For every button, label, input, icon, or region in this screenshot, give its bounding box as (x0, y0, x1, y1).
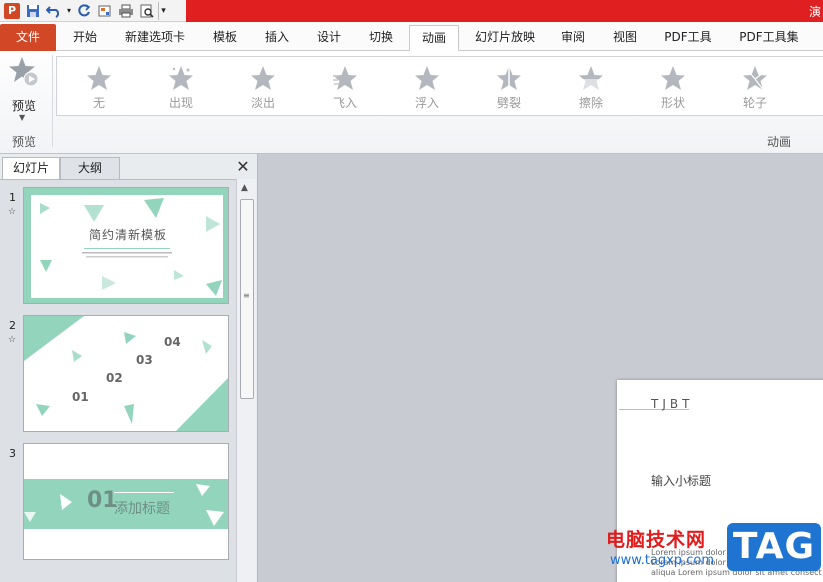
watermark-tag-logo: TAG (727, 523, 821, 571)
animation-star-icon (233, 65, 293, 93)
animation-option-5[interactable]: 劈裂 (479, 63, 539, 111)
tab-outline[interactable]: 大纲 (60, 157, 120, 179)
animation-group-label: 动画 (767, 135, 792, 149)
slide-number: 2 (9, 319, 16, 332)
slide-number: 3 (9, 447, 16, 460)
animation-option-label: 擦除 (578, 96, 603, 110)
slide-number: 1 (9, 191, 16, 204)
print-icon[interactable] (116, 2, 136, 20)
animation-option-1[interactable]: 出现 (151, 63, 211, 111)
tab-file[interactable]: 文件 (0, 24, 56, 51)
tab-6[interactable]: 动画 (409, 25, 459, 52)
tab-0[interactable]: 开始 (60, 25, 110, 51)
ribbon-animations: 预览 ▼ 预览 无 出现 淡出 飞入 浮入 劈裂 擦除 形状 轮子 随 动画 (0, 51, 823, 154)
animation-star-icon (315, 65, 375, 93)
thumbnail-scrollbar[interactable]: ▲ ≡ (236, 179, 256, 582)
slide-thumbnail-2[interactable]: 01 02 03 04 (23, 315, 229, 432)
animation-star-icon (397, 65, 457, 93)
animation-option-8[interactable]: 轮子 (725, 63, 785, 111)
ribbon-tabs: 文件 开始 新建选项卡 模板 插入 设计 切换 动画 幻灯片放映 审阅 视图 PDF工具 PDF工具集 (0, 22, 823, 52)
animation-option-label: 随 (807, 94, 823, 111)
animation-option-label: 无 (92, 96, 105, 110)
animation-star-icon (479, 65, 539, 93)
watermark: 电脑技术网 www.tagxp.com TAG (598, 520, 823, 582)
tab-7[interactable]: 幻灯片放映 (462, 25, 548, 51)
preview-label: 预览 (11, 99, 36, 113)
grip-icon: ≡ (243, 291, 250, 300)
animation-option-label: 轮子 (742, 96, 767, 110)
animation-option-label: 形状 (660, 96, 685, 110)
slide-thumbnail-3[interactable]: 01 添加标题 (23, 443, 229, 560)
redo-icon[interactable] (74, 2, 94, 20)
animation-star-icon (807, 65, 823, 93)
tab-11[interactable]: PDF工具集 (727, 25, 811, 51)
slide-2-item-02: 02 (106, 371, 123, 385)
slide-3-title: 添加标题 (114, 501, 170, 517)
slide-title[interactable]: TJBT (651, 397, 693, 411)
animation-star-icon (643, 65, 703, 93)
tab-5[interactable]: 切换 (356, 25, 406, 51)
quick-access-toolbar: P ▾ ▾ (0, 0, 186, 22)
tab-3[interactable]: 插入 (252, 25, 302, 51)
slide-subtitle[interactable]: 输入小标题 (651, 472, 711, 489)
scrollbar-thumb[interactable]: ≡ (240, 199, 254, 399)
animation-star-icon: ☆ (8, 335, 17, 345)
tab-4[interactable]: 设计 (304, 25, 354, 51)
title-bar: P ▾ ▾ 演 (0, 0, 823, 22)
animation-star-icon (69, 65, 129, 93)
preview-star-icon (9, 57, 39, 87)
window-title: 演 (808, 5, 821, 19)
animation-option-label: 劈裂 (496, 96, 521, 110)
new-slide-icon[interactable] (95, 2, 115, 20)
tab-2[interactable]: 模板 (200, 25, 250, 51)
close-panel-icon[interactable]: ✕ (234, 157, 252, 177)
animation-option-7[interactable]: 形状 (643, 63, 703, 111)
animation-star-icon (561, 65, 621, 93)
slide-thumbnails: 1 ☆ 简约清新模板 2 ☆ 01 02 03 04 3 01 添加标题 (0, 179, 236, 582)
tab-1[interactable]: 新建选项卡 (112, 25, 198, 51)
app-icon[interactable]: P (2, 2, 22, 20)
animation-option-0[interactable]: 无 (69, 63, 129, 111)
slide-2-item-03: 03 (136, 353, 153, 367)
tab-10[interactable]: PDF工具 (652, 25, 724, 51)
animation-option-9[interactable]: 随 (807, 63, 823, 111)
tab-8[interactable]: 审阅 (548, 25, 598, 51)
animation-option-label: 飞入 (332, 96, 357, 110)
slides-panel: 幻灯片 大纲 ✕ 1 ☆ 简约清新模板 2 ☆ 01 02 03 04 3 01… (0, 154, 258, 582)
slide-2-item-04: 04 (164, 335, 181, 349)
slide-2-graphic (24, 316, 228, 431)
undo-dropdown-icon[interactable]: ▾ (65, 2, 73, 20)
animation-option-2[interactable]: 淡出 (233, 63, 293, 111)
group-divider (52, 55, 53, 147)
preview-button[interactable]: 预览 ▼ (4, 55, 44, 127)
animation-gallery: 无 出现 淡出 飞入 浮入 劈裂 擦除 形状 轮子 随 (56, 56, 823, 116)
slide-1-graphic (24, 188, 228, 303)
scroll-up-icon[interactable]: ▲ (241, 183, 248, 193)
preview-group-label: 预览 (12, 135, 37, 149)
print-preview-icon[interactable] (137, 2, 157, 20)
animation-option-6[interactable]: 擦除 (561, 63, 621, 111)
animation-option-label: 出现 (168, 96, 193, 110)
watermark-url: www.tagxp.com (610, 553, 714, 568)
animation-star-icon (151, 65, 211, 93)
tab-9[interactable]: 视图 (600, 25, 650, 51)
animation-option-label: 淡出 (250, 96, 275, 110)
animation-star-icon (725, 65, 785, 93)
slide-1-title: 简约清新模板 (89, 228, 168, 242)
tab-slides[interactable]: 幻灯片 (2, 157, 60, 179)
customize-qat-icon[interactable]: ▾ (158, 1, 168, 20)
save-icon[interactable] (23, 2, 43, 20)
preview-dropdown-icon[interactable]: ▼ (19, 113, 25, 122)
slide-thumbnail-1[interactable]: 简约清新模板 (23, 187, 229, 304)
undo-icon[interactable] (44, 2, 64, 20)
animation-option-3[interactable]: 飞入 (315, 63, 375, 111)
animation-option-label: 浮入 (414, 96, 439, 110)
watermark-brand: 电脑技术网 (606, 529, 707, 551)
animation-star-icon: ☆ (8, 207, 17, 217)
slide-2-item-01: 01 (72, 390, 89, 404)
animation-option-4[interactable]: 浮入 (397, 63, 457, 111)
